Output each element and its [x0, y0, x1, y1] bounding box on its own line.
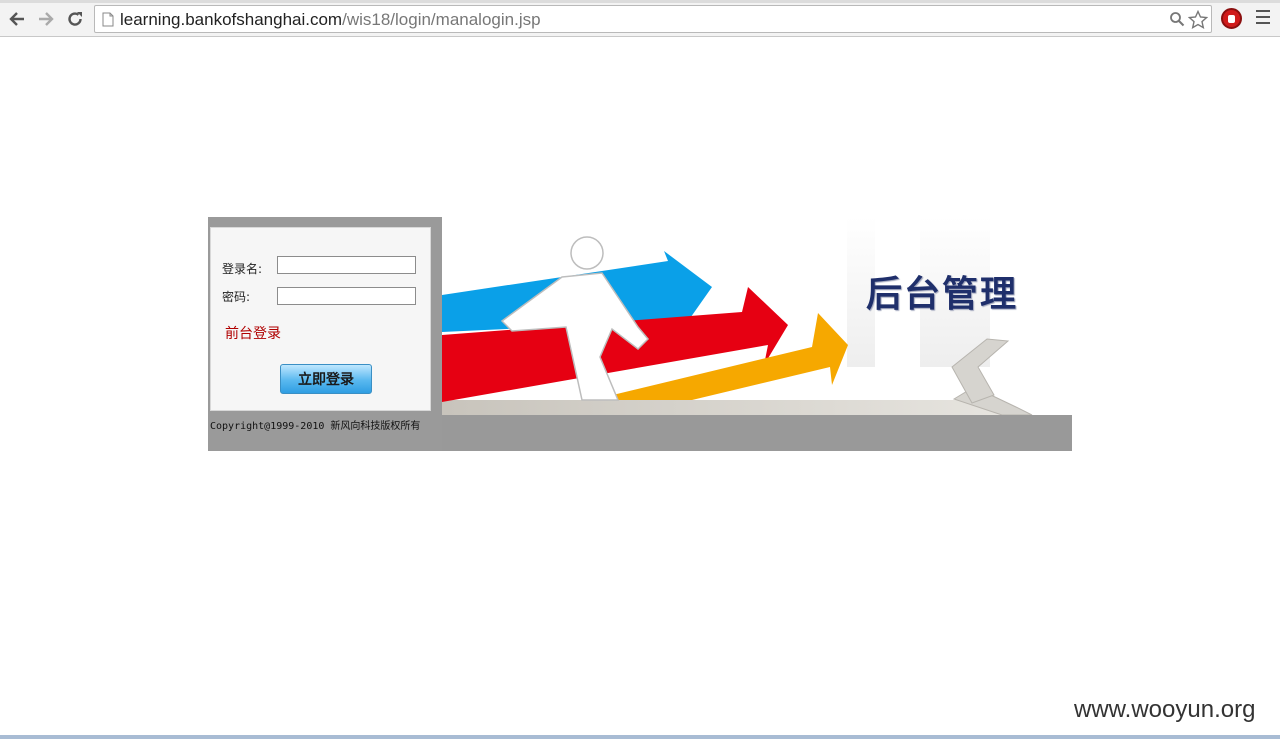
footer-bar: [442, 415, 1072, 451]
banner-title: 后台管理: [866, 273, 1019, 315]
tab-strip: [0, 0, 1280, 3]
login-button[interactable]: 立即登录: [280, 364, 372, 394]
login-panel: 登录名: 密码: 前台登录 立即登录 后台管理 Copyright@1999-2…: [208, 217, 1072, 451]
extension-icon[interactable]: [1221, 8, 1242, 29]
reload-icon: [68, 12, 82, 26]
page-icon: [102, 12, 114, 27]
password-label: 密码:: [222, 290, 251, 304]
zoom-icon[interactable]: [1169, 11, 1185, 27]
watermark-text: www.wooyun.org: [1074, 696, 1256, 723]
login-frame: 登录名: 密码: 前台登录 立即登录: [208, 217, 442, 451]
taskbar-edge: [0, 735, 1280, 739]
bookmark-star-icon[interactable]: [1188, 10, 1208, 29]
browser-menu-icon[interactable]: [1256, 10, 1270, 26]
address-bar[interactable]: learning.bankofshanghai.com/wis18/login/…: [94, 5, 1212, 33]
extension-hand-icon: [1228, 15, 1235, 23]
reload-button[interactable]: [64, 8, 86, 30]
banner-image: 后台管理: [442, 217, 1072, 415]
forward-arrow-icon: [39, 12, 54, 26]
forward-button[interactable]: [35, 8, 57, 30]
copyright-text: Copyright@1999-2010 新风向科技版权所有: [210, 421, 421, 432]
username-input[interactable]: [277, 256, 416, 274]
back-button[interactable]: [6, 8, 28, 30]
front-login-link[interactable]: 前台登录: [225, 323, 281, 343]
url-text: learning.bankofshanghai.com/wis18/login/…: [120, 10, 541, 29]
password-input[interactable]: [277, 287, 416, 305]
browser-toolbar: learning.bankofshanghai.com/wis18/login/…: [0, 0, 1280, 37]
username-label: 登录名:: [222, 262, 263, 276]
login-form: 登录名: 密码: 前台登录 立即登录: [210, 227, 431, 411]
back-arrow-icon: [9, 12, 24, 26]
